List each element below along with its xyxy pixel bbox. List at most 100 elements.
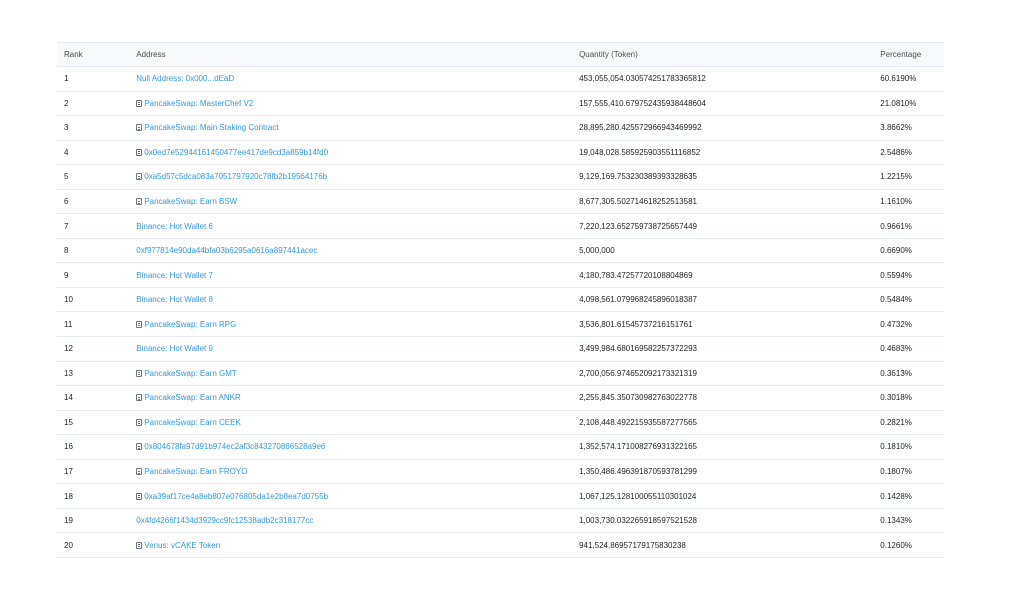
table-row: 16 0x804678fa97d91b974ec2af3c843270886528… [57, 435, 944, 460]
table-header-row: Rank Address Quantity (Token) Percentage [57, 42, 944, 67]
holder-address-link[interactable]: 0x804678fa97d91b974ec2af3c843270886528a9… [144, 442, 325, 451]
quantity-cell: 1,350,486.496391870593781299 [579, 467, 697, 477]
quantity-cell: 4,098,561.079968245896018387 [579, 295, 697, 305]
percentage-cell: 2.5486% [880, 147, 912, 157]
table-row: 4 0x0ed7e52944161450477ee417de9cd3a859b14… [57, 140, 944, 165]
holder-address-link[interactable]: PancakeSwap: Earn BSW [144, 197, 237, 206]
rank-cell: 3 [64, 123, 69, 133]
holder-address-link[interactable]: Binance: Hot Wallet 8 [136, 295, 213, 304]
percentage-cell: 0.4683% [880, 344, 912, 354]
percentage-cell: 0.1343% [880, 516, 912, 526]
address-cell: Binance: Hot Wallet 9 [129, 337, 572, 362]
address-cell: PancakeSwap: Earn ANKR [129, 386, 572, 411]
contract-file-icon [136, 443, 143, 451]
rank-cell: 20 [64, 540, 73, 550]
table-row: 9 Binance: Hot Wallet 7 4,180,783.47257720… [57, 263, 944, 288]
table-row: 10 Binance: Hot Wallet 8 4,098,561.0799682… [57, 287, 944, 312]
holder-address-link[interactable]: PancakeSwap: Earn ANKR [144, 393, 241, 402]
rank-cell: 12 [64, 344, 73, 354]
quantity-cell: 5,000,000 [579, 246, 615, 256]
rank-cell: 5 [64, 172, 69, 182]
holder-address-link[interactable]: 0xa5d57c5dca083a7051797920c78fb2b1956417… [144, 172, 327, 181]
quantity-cell: 1,003,730.032265918597521528 [579, 516, 697, 526]
table-row: 14 PancakeSwap: Earn ANKR 2,255,845.350730… [57, 386, 944, 411]
contract-file-icon [136, 468, 143, 476]
holder-address-link[interactable]: 0x4fd4266f1434d3929cc9fc12538adb2c318177… [136, 516, 313, 525]
address-cell: PancakeSwap: Earn FROYO [129, 459, 572, 484]
holder-address-link[interactable]: 0xa39af17ce4a8eb807e076805da1e2b8ea7d075… [144, 492, 328, 501]
address-cell: 0x0ed7e52944161450477ee417de9cd3a859b14f… [129, 140, 572, 165]
holder-address-link[interactable]: PancakeSwap: Earn RPG [144, 320, 236, 329]
contract-file-icon [136, 541, 143, 549]
holder-address-link[interactable]: PancakeSwap: Earn FROYO [144, 467, 247, 476]
contract-file-icon [136, 173, 143, 181]
rank-cell: 10 [64, 295, 73, 305]
quantity-cell: 28,895,280.425572966943469992 [579, 123, 702, 133]
address-cell: Binance: Hot Wallet 8 [129, 287, 572, 312]
percentage-cell: 0.5594% [880, 270, 912, 280]
holder-address-link[interactable]: PancakeSwap: Main Staking Contract [144, 123, 278, 132]
table-row: 12 Binance: Hot Wallet 9 3,499,984.6801695… [57, 337, 944, 362]
holder-address-link[interactable]: Binance: Hot Wallet 9 [136, 344, 213, 353]
rank-cell: 13 [64, 368, 73, 378]
percentage-cell: 0.1807% [880, 467, 912, 477]
quantity-cell: 19,048,028.585925903551116852 [579, 147, 701, 157]
holder-address-link[interactable]: Binance: Hot Wallet 6 [136, 222, 213, 231]
address-cell: Venus: vCAKE Token [129, 533, 572, 558]
quantity-cell: 1,352,574.171008276931322165 [579, 442, 697, 452]
address-cell: 0xa5d57c5dca083a7051797920c78fb2b1956417… [129, 165, 572, 190]
percentage-cell: 0.1810% [880, 442, 912, 452]
quantity-cell: 8,677,305.502714618252513581 [579, 197, 697, 206]
address-column-header: Address [136, 50, 166, 59]
holder-address-link[interactable]: Binance: Hot Wallet 7 [136, 271, 213, 280]
percentage-cell: 1.2215% [880, 172, 912, 182]
percentage-cell: 1.1610% [880, 197, 912, 206]
contract-file-icon [136, 198, 143, 205]
quantity-cell: 2,108,448.492215935587277565 [579, 417, 697, 427]
contract-file-icon [136, 320, 143, 328]
contract-file-icon [136, 148, 143, 156]
table-row: 13 PancakeSwap: Earn GMT 2,700,056.9746520… [57, 361, 944, 386]
address-cell: 0x4fd4266f1434d3929cc9fc12538adb2c318177… [129, 508, 572, 533]
quantity-cell: 3,536,801.61545737216151761 [579, 319, 693, 329]
holder-address-link[interactable]: PancakeSwap: Earn GMT [144, 369, 236, 378]
percentage-cell: 0.6690% [880, 246, 912, 256]
table-body: 1 Null Address: 0x000...dEaD 453,055,054.0… [57, 67, 944, 558]
rank-cell: 19 [64, 516, 73, 526]
holder-address-link[interactable]: Null Address: 0x000...dEaD [136, 74, 234, 83]
table-row: 3 PancakeSwap: Main Staking Contract 28,89… [57, 116, 944, 141]
contract-file-icon [136, 394, 143, 402]
contract-file-icon [136, 418, 143, 426]
percentage-cell: 0.5484% [880, 295, 912, 305]
holder-address-link[interactable]: 0xf977814e90da44bfa03b6295a0616a897441ac… [136, 246, 317, 255]
table-row: 11 PancakeSwap: Earn RPG 3,536,801.6154573… [57, 312, 944, 337]
table-row: 5 0xa5d57c5dca083a7051797920c78fb2b195641… [57, 165, 944, 190]
address-cell: PancakeSwap: Earn CEEK [129, 410, 572, 435]
address-cell: Null Address: 0x000...dEaD [129, 67, 572, 92]
address-cell: PancakeSwap: Earn BSW [129, 189, 572, 214]
address-cell: Binance: Hot Wallet 7 [129, 263, 572, 288]
holder-address-link[interactable]: PancakeSwap: Earn CEEK [144, 418, 241, 427]
holder-address-link[interactable]: PancakeSwap: MasterChef V2 [144, 99, 253, 108]
percentage-cell: 0.2821% [880, 417, 912, 427]
quantity-cell: 2,700,056.974652092173321319 [579, 368, 697, 378]
table-row: 20 Venus: vCAKE Token 941,524.869571791758… [57, 533, 944, 558]
rank-cell: 6 [64, 197, 69, 206]
quantity-cell: 941,524.86957179175830238 [579, 540, 686, 550]
holder-address-link[interactable]: Venus: vCAKE Token [144, 541, 220, 550]
quantity-cell: 157,555,410.679752435938448604 [579, 98, 706, 108]
address-cell: 0x804678fa97d91b974ec2af3c843270886528a9… [129, 435, 572, 460]
contract-file-icon [136, 124, 143, 132]
quantity-cell: 7,220,123.652759738725657449 [579, 221, 697, 231]
quantity-cell: 1,067,125.128100055110301024 [579, 491, 697, 501]
table-row: 8 0xf977814e90da44bfa03b6295a0616a897441a… [57, 238, 944, 263]
holder-address-link[interactable]: 0x0ed7e52944161450477ee417de9cd3a859b14f… [144, 148, 328, 157]
percentage-cell: 60.6190% [880, 74, 917, 84]
rank-cell: 11 [64, 319, 73, 329]
rank-cell: 9 [64, 270, 69, 280]
quantity-cell: 9,129,169.753230389393328635 [579, 172, 697, 182]
table-row: 18 0xa39af17ce4a8eb807e076805da1e2b8ea7d0… [57, 484, 944, 509]
address-cell: PancakeSwap: Earn GMT [129, 361, 572, 386]
rank-cell: 14 [64, 393, 73, 403]
address-cell: PancakeSwap: Earn RPG [129, 312, 572, 337]
